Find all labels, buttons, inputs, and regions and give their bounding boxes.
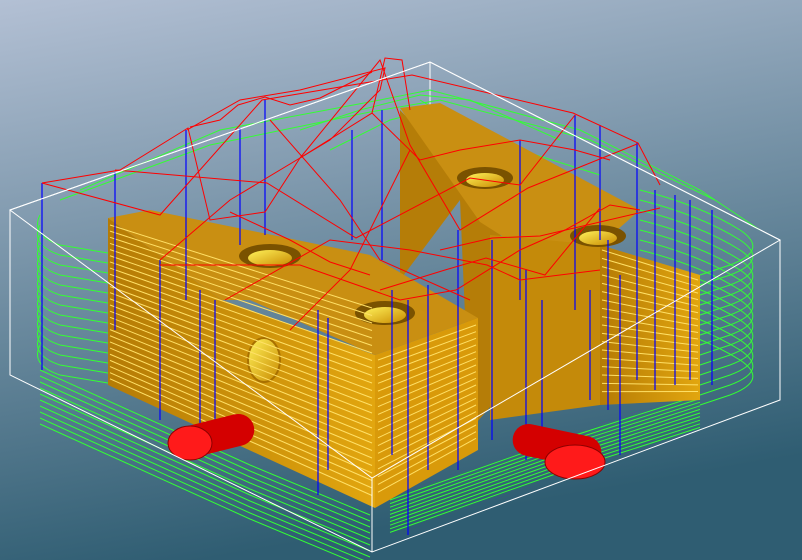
part-right-block-front xyxy=(490,235,600,420)
hole-left-top-inner xyxy=(248,250,292,266)
toolpath-scene xyxy=(0,0,802,560)
cam-3d-viewport[interactable] xyxy=(0,0,802,560)
hole-right-top-inner xyxy=(579,231,617,245)
